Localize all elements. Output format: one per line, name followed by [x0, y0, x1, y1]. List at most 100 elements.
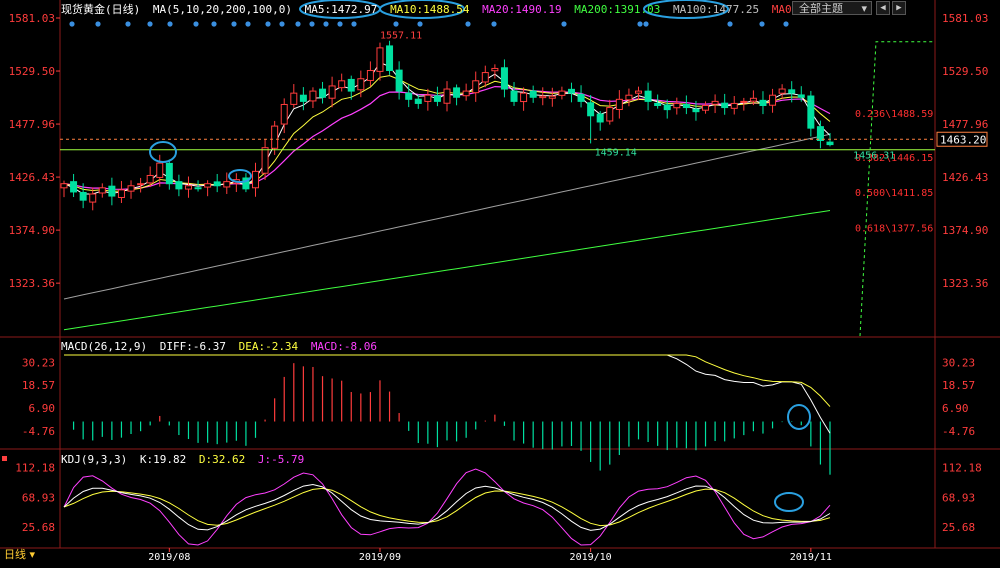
timeframe-button[interactable]: 日线 ▾ — [4, 548, 35, 562]
main-header: 现货黄金(日线) MA(5,10,20,200,100,0) MA5:1472.… — [61, 2, 798, 18]
ma-params: MA(5,10,20,200,100,0) — [152, 3, 292, 16]
signal-dot — [393, 21, 399, 27]
signal-dot — [337, 21, 343, 27]
candle-body — [204, 183, 212, 188]
time-tick-label: 2019/10 — [570, 552, 612, 563]
signal-dot — [637, 21, 643, 27]
kdj-tick-label-right: 68.93 — [942, 491, 975, 504]
current-price-label: 1463.20 — [940, 133, 986, 146]
macd-tick-label-right: 30.23 — [942, 356, 975, 369]
macd-header: MACD(26,12,9) DIFF:-6.37 DEA:-2.34 MACD:… — [61, 340, 383, 354]
kdj-tick-label-left: 25.68 — [22, 521, 55, 534]
kdj-d: D:32.62 — [198, 453, 246, 466]
kdj-marker-icon — [2, 456, 7, 461]
candle-body — [117, 189, 125, 198]
candle-body — [127, 185, 135, 192]
fib-level-label: 0.500\1411.85 — [855, 188, 933, 199]
candle-body — [405, 92, 413, 100]
price-tick-label-right: 1426.43 — [942, 171, 988, 184]
ma0-value: MA0 — [771, 3, 792, 16]
candle-body — [280, 103, 288, 125]
signal-dot — [323, 21, 329, 27]
candle-body — [70, 181, 78, 193]
nav-right-button[interactable]: ▶ — [892, 1, 906, 15]
signal-dot — [95, 21, 101, 27]
chevron-down-icon: ▾ — [26, 548, 36, 561]
candle-body — [548, 95, 556, 99]
candle-body — [108, 185, 116, 197]
signal-dot — [783, 21, 789, 27]
candle-body — [424, 94, 432, 102]
signal-dot — [491, 21, 497, 27]
macd-tick-label-left: 6.90 — [29, 402, 56, 415]
candle-body — [500, 67, 508, 90]
signal-dot — [167, 21, 173, 27]
candle-body — [194, 187, 202, 190]
candle-body — [520, 92, 528, 103]
signal-dot — [125, 21, 131, 27]
kdj-tick-label-left: 68.93 — [22, 491, 55, 504]
candle-body — [376, 47, 384, 72]
candle-body — [682, 104, 690, 109]
ma10-value: MA10:1488.54 — [390, 3, 470, 16]
candle-body — [558, 90, 566, 96]
kdj-k: K:19.82 — [139, 453, 187, 466]
ma100-value: MA100:1477.25 — [673, 3, 760, 16]
candle-body — [472, 80, 480, 94]
fib-level-label: 0.618\1377.56 — [855, 223, 933, 234]
candle-body — [443, 88, 451, 104]
candle-body — [386, 45, 394, 72]
macd-params: MACD(26,12,9) — [61, 340, 148, 353]
price-tick-label-right: 1477.96 — [942, 118, 988, 131]
price-tick-label-left: 1581.03 — [9, 12, 55, 25]
arrow-right-icon: ▶ — [896, 3, 902, 13]
candle-body — [481, 72, 489, 83]
candle-body — [309, 90, 317, 102]
candle-body — [60, 183, 68, 189]
signal-dot — [759, 21, 765, 27]
candle-body — [529, 90, 537, 98]
candle-body — [79, 191, 87, 201]
candle-body — [491, 67, 499, 72]
candle-body — [749, 97, 757, 102]
candle-body — [635, 90, 642, 94]
macd-tick-label-left: 18.57 — [22, 379, 55, 392]
ma200-value: MA200:1391.03 — [574, 3, 661, 16]
price-annotation: 1459.14 — [595, 147, 637, 158]
ma20-value: MA20:1490.19 — [482, 3, 562, 16]
price-tick-label-right: 1374.90 — [942, 224, 988, 237]
price-annotation: 1456.31 — [853, 150, 895, 161]
candle-body — [730, 102, 738, 109]
candle-body — [654, 102, 662, 106]
candle-body — [769, 94, 777, 106]
background — [0, 0, 1000, 564]
candle-body — [271, 125, 279, 149]
theme-dropdown[interactable]: 全部主题 ▾ — [792, 1, 872, 15]
candle-body — [702, 104, 710, 111]
signal-dot — [351, 21, 357, 27]
candle-body — [328, 85, 336, 99]
macd-dea: DEA:-2.34 — [238, 340, 299, 353]
candle-body — [577, 93, 585, 102]
macd-tick-label-right: -4.76 — [942, 425, 975, 438]
candle-body — [711, 100, 719, 105]
candle-body — [433, 95, 441, 102]
timeframe-label: 日线 — [4, 548, 26, 561]
candle-body — [673, 102, 681, 109]
kdj-tick-label-left: 112.18 — [15, 461, 55, 474]
signal-dot — [265, 21, 271, 27]
nav-left-button[interactable]: ◀ — [876, 1, 890, 15]
price-tick-label-right: 1323.36 — [942, 277, 988, 290]
signal-dot — [69, 21, 75, 27]
ma5-value: MA5:1472.97 — [304, 3, 378, 16]
candle-body — [625, 94, 633, 101]
candle-body — [261, 147, 269, 174]
fib-level-label: 0.236\1488.59 — [855, 109, 933, 120]
candle-body — [510, 90, 518, 102]
candle-body — [366, 70, 374, 81]
macd-macd: MACD:-8.06 — [310, 340, 378, 353]
price-tick-label-right: 1581.03 — [942, 12, 988, 25]
signal-dot — [279, 21, 285, 27]
candle-body — [146, 174, 154, 184]
candle-body — [462, 90, 470, 97]
